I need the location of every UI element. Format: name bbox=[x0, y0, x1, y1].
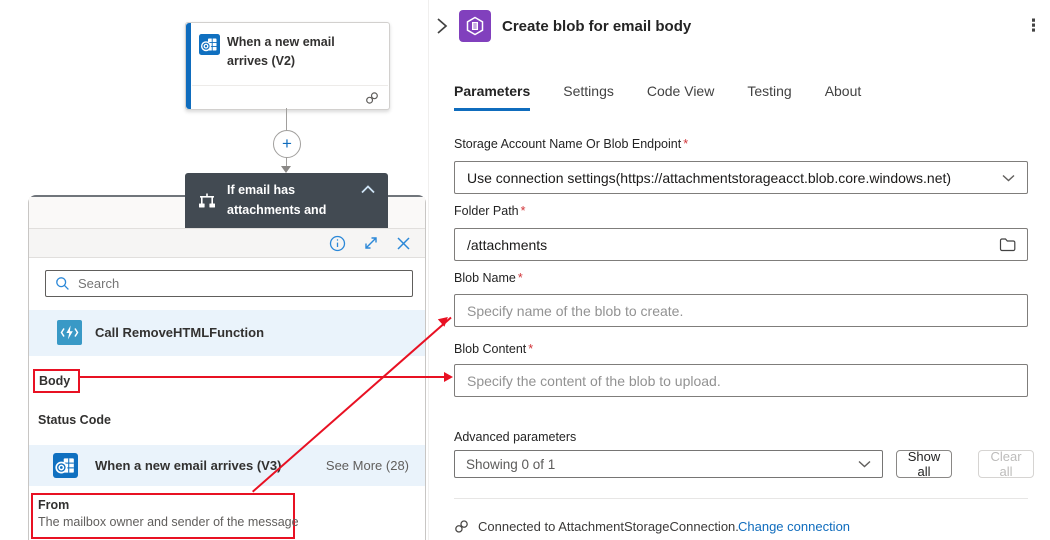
from-token-description: The mailbox owner and sender of the mess… bbox=[38, 515, 299, 529]
blob-content-box bbox=[454, 364, 1028, 397]
trigger-footer-divider bbox=[192, 85, 388, 86]
see-more-link[interactable]: See More (28) bbox=[326, 458, 409, 473]
connected-status-text: Connected to AttachmentStorageConnection… bbox=[478, 519, 739, 534]
chevron-up-icon[interactable] bbox=[361, 185, 375, 194]
more-options-icon[interactable]: ⋮ bbox=[1025, 16, 1042, 36]
action-details-panel: Create blob for email body ⋮ Parameters … bbox=[428, 0, 1050, 540]
annotation-line-body-to-blob-content bbox=[79, 376, 445, 378]
app-window: When a new email arrives (V2) + Search C… bbox=[0, 0, 1050, 540]
storage-account-value: Use connection settings(https://attachme… bbox=[467, 169, 952, 186]
picker-token-from[interactable]: From The mailbox owner and sender of the… bbox=[38, 498, 299, 529]
picker-row-function-label: Call RemoveHTMLFunction bbox=[95, 325, 265, 340]
required-asterisk: * bbox=[528, 342, 534, 356]
tab-code-view[interactable]: Code View bbox=[647, 83, 714, 111]
connector-arrowhead bbox=[281, 166, 291, 173]
required-asterisk: * bbox=[683, 137, 689, 151]
picker-token-body[interactable]: Body bbox=[39, 374, 70, 388]
annotation-arrowhead-blob-content bbox=[444, 372, 453, 382]
advanced-parameters-dropdown[interactable]: Showing 0 of 1 bbox=[454, 450, 883, 478]
search-input[interactable] bbox=[70, 276, 412, 291]
storage-account-select[interactable]: Use connection settings(https://attachme… bbox=[454, 161, 1028, 194]
blob-storage-icon bbox=[459, 10, 491, 42]
connection-icon bbox=[454, 519, 469, 534]
required-asterisk: * bbox=[520, 204, 526, 218]
panel-footer-divider bbox=[454, 498, 1028, 499]
tab-parameters[interactable]: Parameters bbox=[454, 83, 531, 111]
condition-icon bbox=[198, 193, 216, 211]
folder-picker-icon[interactable] bbox=[999, 237, 1016, 252]
insert-step-button[interactable]: + bbox=[273, 130, 301, 158]
outlook-icon bbox=[53, 453, 78, 478]
advanced-dropdown-value: Showing 0 of 1 bbox=[466, 456, 556, 472]
from-token-label: From bbox=[38, 498, 70, 512]
clear-all-button[interactable]: Clear all bbox=[978, 449, 1034, 479]
picker-row-function[interactable]: Call RemoveHTMLFunction bbox=[29, 310, 425, 356]
trigger-title: When a new email arrives (V2) bbox=[227, 35, 335, 69]
expand-icon[interactable] bbox=[363, 235, 379, 251]
show-all-button[interactable]: Show all bbox=[896, 449, 952, 479]
search-icon bbox=[55, 276, 70, 291]
connection-icon[interactable] bbox=[365, 91, 379, 105]
info-icon[interactable] bbox=[329, 235, 346, 252]
tab-settings[interactable]: Settings bbox=[563, 83, 614, 111]
close-icon[interactable] bbox=[396, 236, 411, 251]
trigger-card[interactable]: When a new email arrives (V2) bbox=[185, 22, 390, 110]
condition-card[interactable]: If email has attachments and bbox=[185, 173, 388, 228]
trigger-accent-bar bbox=[186, 23, 191, 109]
advanced-parameters-label: Advanced parameters bbox=[454, 430, 577, 444]
folder-path-box bbox=[454, 228, 1028, 261]
storage-field-label: Storage Account Name Or Blob Endpoint * bbox=[454, 137, 689, 151]
tab-about[interactable]: About bbox=[825, 83, 862, 111]
condition-title-line1: If email has bbox=[227, 183, 296, 197]
blob-content-input[interactable] bbox=[455, 372, 1027, 389]
blob-name-box bbox=[454, 294, 1028, 327]
folder-path-input[interactable] bbox=[455, 236, 999, 253]
chevron-down-icon bbox=[1002, 174, 1015, 182]
picker-token-status-code[interactable]: Status Code bbox=[38, 413, 111, 427]
tab-testing[interactable]: Testing bbox=[747, 83, 791, 111]
search-box bbox=[45, 270, 413, 297]
picker-row-email-v3-label: When a new email arrives (V3) bbox=[95, 458, 282, 473]
dynamic-content-popup: Call RemoveHTMLFunction Body Status Code… bbox=[28, 195, 426, 540]
blob-name-label: Blob Name * bbox=[454, 271, 523, 285]
required-asterisk: * bbox=[517, 271, 523, 285]
blob-name-input[interactable] bbox=[455, 302, 1027, 319]
condition-title-line2: attachments and bbox=[227, 203, 327, 217]
chevron-down-icon bbox=[858, 460, 871, 468]
azure-function-icon bbox=[57, 320, 82, 345]
connector-line-top bbox=[286, 108, 287, 131]
panel-title: Create blob for email body bbox=[502, 18, 692, 35]
collapse-panel-chevron-icon[interactable] bbox=[434, 17, 448, 35]
change-connection-link[interactable]: Change connection bbox=[738, 519, 850, 534]
panel-tabs: Parameters Settings Code View Testing Ab… bbox=[454, 83, 861, 111]
folder-path-label: Folder Path * bbox=[454, 204, 526, 218]
blob-content-label: Blob Content * bbox=[454, 342, 534, 356]
popup-toolbar bbox=[29, 228, 425, 258]
outlook-icon bbox=[199, 34, 220, 55]
plus-icon: + bbox=[282, 134, 292, 153]
picker-row-email-v3[interactable]: When a new email arrives (V3) See More (… bbox=[29, 445, 425, 486]
